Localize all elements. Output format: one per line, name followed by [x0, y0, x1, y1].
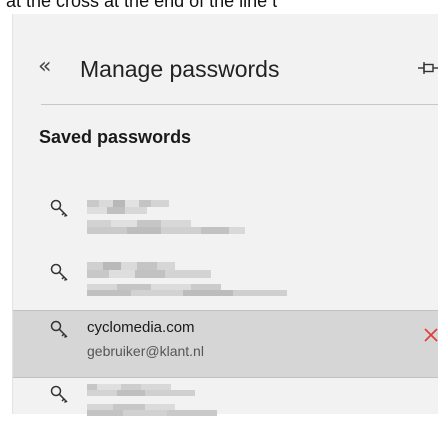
key-icon [50, 263, 68, 282]
pin-icon[interactable] [417, 58, 438, 78]
key-icon [50, 385, 68, 404]
caption-text: at the cross at the end of the line t [6, 0, 278, 11]
manage-passwords-panel: « Manage passwords Saved passwords cyclo… [12, 14, 438, 416]
key-icon [50, 320, 68, 339]
password-entry-selected[interactable]: cyclomedia.com gebruiker@klant.nl [13, 310, 438, 378]
obscured-site [87, 262, 211, 278]
password-entry[interactable] [13, 376, 438, 442]
obscured-username [87, 220, 245, 234]
panel-header: « Manage passwords [13, 52, 438, 84]
obscured-username [87, 404, 217, 416]
back-icon[interactable]: « [38, 52, 51, 82]
obscured-site [87, 384, 195, 396]
page-title: Manage passwords [80, 56, 280, 82]
section-title: Saved passwords [39, 127, 192, 147]
password-entry[interactable] [13, 190, 438, 256]
close-icon[interactable] [423, 327, 438, 343]
header-divider [41, 104, 438, 105]
obscured-site [87, 200, 171, 214]
obscured-username [87, 284, 287, 296]
entry-site: cyclomedia.com [87, 319, 195, 336]
entry-username: gebruiker@klant.nl [87, 343, 204, 359]
caption-strip: at the cross at the end of the line t [0, 0, 438, 12]
key-icon [50, 199, 68, 218]
